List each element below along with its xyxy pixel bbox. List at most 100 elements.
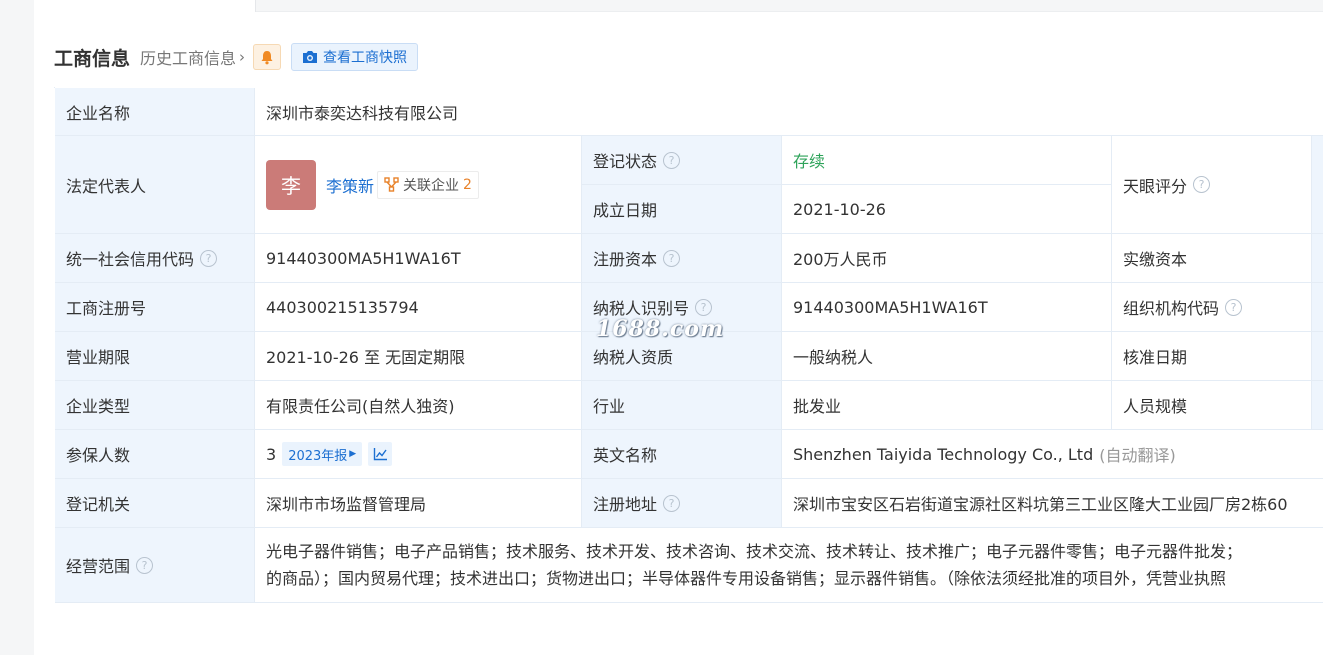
trend-chart-icon: [373, 448, 387, 461]
label-industry: 行业: [582, 381, 782, 430]
trend-chart-button[interactable]: [368, 442, 393, 466]
business-info-panel: 工商信息 历史工商信息 › 查看工商快照 企业名称 深圳市泰奕达科技有限公司 法…: [34, 0, 1323, 655]
history-link-label: 历史工商信息: [140, 49, 237, 68]
help-icon[interactable]: ?: [663, 151, 681, 169]
bell-icon: [261, 50, 273, 64]
value-english-name: Shenzhen Taiyida Technology Co., Ltd (自动…: [782, 430, 1323, 479]
taxpayer-id-text: 91440300MA5H1WA16T: [793, 297, 988, 317]
help-icon[interactable]: ?: [1193, 176, 1211, 193]
label-text: 参保人数: [66, 446, 131, 465]
top-tab-bar: [34, 0, 1323, 12]
watermark-logo: 1688.com: [596, 316, 725, 342]
related-companies-button[interactable]: 关联企业 2: [377, 170, 479, 199]
scope-line-2: 的商品）；国内贸易代理；技术进出口；货物进出口；半导体器件专用设备销售；显示器件…: [266, 569, 1227, 588]
value-biz-term: 2021-10-26 至 无固定期限: [255, 332, 582, 381]
follow-bell-button[interactable]: [253, 44, 282, 70]
annual-report-label: 2023年报: [288, 448, 348, 464]
english-name-text: Shenzhen Taiyida Technology Co., Ltd: [793, 444, 1094, 464]
related-companies-label: 关联企业: [403, 177, 460, 194]
label-tianyan-score: 天眼评分?: [1112, 136, 1312, 234]
value-staff-size: [1312, 381, 1323, 430]
help-icon[interactable]: ?: [695, 298, 713, 316]
auto-translate-note: (自动翻译): [1099, 446, 1176, 465]
legal-rep-name-link[interactable]: 李策新: [326, 173, 374, 197]
label-text: 核准日期: [1123, 348, 1188, 367]
label-text: 登记状态: [593, 152, 658, 171]
label-biz-term: 营业期限: [55, 332, 255, 381]
camera-icon: [303, 51, 318, 63]
company-name-text: 深圳市泰奕达科技有限公司: [266, 103, 459, 123]
value-reg-capital: 200万人民币: [782, 234, 1112, 283]
section-title: 工商信息: [54, 47, 131, 70]
value-company-type: 有限责任公司(自然人独资): [255, 381, 582, 430]
avatar[interactable]: 李: [266, 159, 316, 210]
label-found-date: 成立日期: [582, 185, 782, 234]
value-reg-authority: 深圳市市场监督管理局: [255, 479, 582, 528]
help-icon[interactable]: ?: [663, 494, 681, 512]
label-reg-authority: 登记机关: [55, 479, 255, 528]
label-text: 实缴资本: [1123, 250, 1188, 269]
reg-authority-text: 深圳市市场监督管理局: [266, 495, 427, 514]
help-icon[interactable]: ?: [136, 556, 154, 574]
label-reg-capital: 注册资本?: [582, 234, 782, 283]
value-paid-capital: [1312, 234, 1323, 283]
value-taxpayer-id: 91440300MA5H1WA16T: [782, 283, 1112, 332]
chevron-right-icon: ›: [239, 48, 246, 66]
value-credit-code: 91440300MA5H1WA16T: [255, 234, 582, 283]
value-legal-rep: 李 李策新 关联企业 2: [255, 136, 582, 234]
industry-text: 批发业: [793, 397, 842, 416]
help-icon[interactable]: ?: [200, 249, 218, 267]
section-header: 工商信息 历史工商信息 › 查看工商快照: [54, 40, 419, 74]
scope-line-1: 光电子器件销售；电子产品销售；技术服务、技术开发、技术咨询、技术交流、技术转让、…: [266, 542, 1243, 561]
label-staff-size: 人员规模: [1112, 381, 1312, 430]
label-text: 人员规模: [1123, 397, 1188, 416]
label-approval-date: 核准日期: [1112, 332, 1312, 381]
label-biz-reg-no: 工商注册号: [55, 283, 255, 332]
value-approval-date: [1312, 332, 1323, 381]
label-text: 注册资本: [593, 250, 658, 269]
label-text: 登记机关: [66, 495, 131, 514]
caret-right-icon: ▶: [349, 449, 357, 459]
label-company-type: 企业类型: [55, 381, 255, 430]
company-type-text: 有限责任公司(自然人独资): [266, 397, 455, 416]
history-link[interactable]: 历史工商信息 ›: [140, 45, 245, 69]
taxpayer-type-text: 一般纳税人: [793, 348, 874, 367]
label-insured: 参保人数: [55, 430, 255, 479]
value-org-code: [1312, 283, 1323, 332]
label-credit-code: 统一社会信用代码?: [55, 234, 255, 283]
biz-term-text: 2021-10-26 至 无固定期限: [266, 348, 466, 367]
label-text: 法定代表人: [66, 176, 147, 196]
credit-code-text: 91440300MA5H1WA16T: [266, 248, 461, 268]
value-scope: 光电子器件销售；电子产品销售；技术服务、技术开发、技术咨询、技术交流、技术转让、…: [255, 528, 1323, 603]
view-snapshot-label: 查看工商快照: [323, 50, 408, 66]
label-text: 企业名称: [66, 103, 131, 123]
reg-capital-text: 200万人民币: [793, 250, 888, 269]
label-text: 企业类型: [66, 397, 131, 416]
reg-address-text: 深圳市宝安区石岩街道宝源社区料坑第三工业区隆大工业园厂房2栋60: [793, 495, 1288, 514]
label-scope: 经营范围?: [55, 528, 255, 603]
status-badge: 存续: [793, 152, 826, 171]
related-companies-count: 2: [463, 176, 472, 193]
label-text: 统一社会信用代码: [66, 250, 195, 269]
label-company-name: 企业名称: [55, 88, 255, 136]
label-text: 行业: [593, 397, 626, 416]
label-reg-address: 注册地址?: [582, 479, 782, 528]
top-tab-active[interactable]: [34, 0, 256, 12]
value-tianyan-score: [1312, 136, 1323, 234]
help-icon[interactable]: ?: [1225, 298, 1243, 316]
help-icon[interactable]: ?: [663, 249, 681, 267]
label-text: 英文名称: [593, 446, 658, 465]
label-text: 纳税人资质: [593, 348, 674, 367]
view-snapshot-button[interactable]: 查看工商快照: [291, 43, 419, 71]
label-legal-rep: 法定代表人: [55, 136, 255, 234]
label-english-name: 英文名称: [582, 430, 782, 479]
value-biz-reg-no: 440300215135794: [255, 283, 582, 332]
value-reg-address: 深圳市宝安区石岩街道宝源社区料坑第三工业区隆大工业园厂房2栋60: [782, 479, 1323, 528]
label-text: 天眼评分: [1123, 176, 1188, 196]
value-company-name: 深圳市泰奕达科技有限公司: [255, 88, 1323, 136]
annual-report-link[interactable]: 2023年报 ▶: [282, 442, 363, 466]
found-date-text: 2021-10-26: [793, 199, 886, 219]
value-industry: 批发业: [782, 381, 1112, 430]
label-text: 营业期限: [66, 348, 131, 367]
business-info-table: 企业名称 深圳市泰奕达科技有限公司 法定代表人 李 李策新 关联企业 2 登记状…: [54, 87, 1323, 603]
